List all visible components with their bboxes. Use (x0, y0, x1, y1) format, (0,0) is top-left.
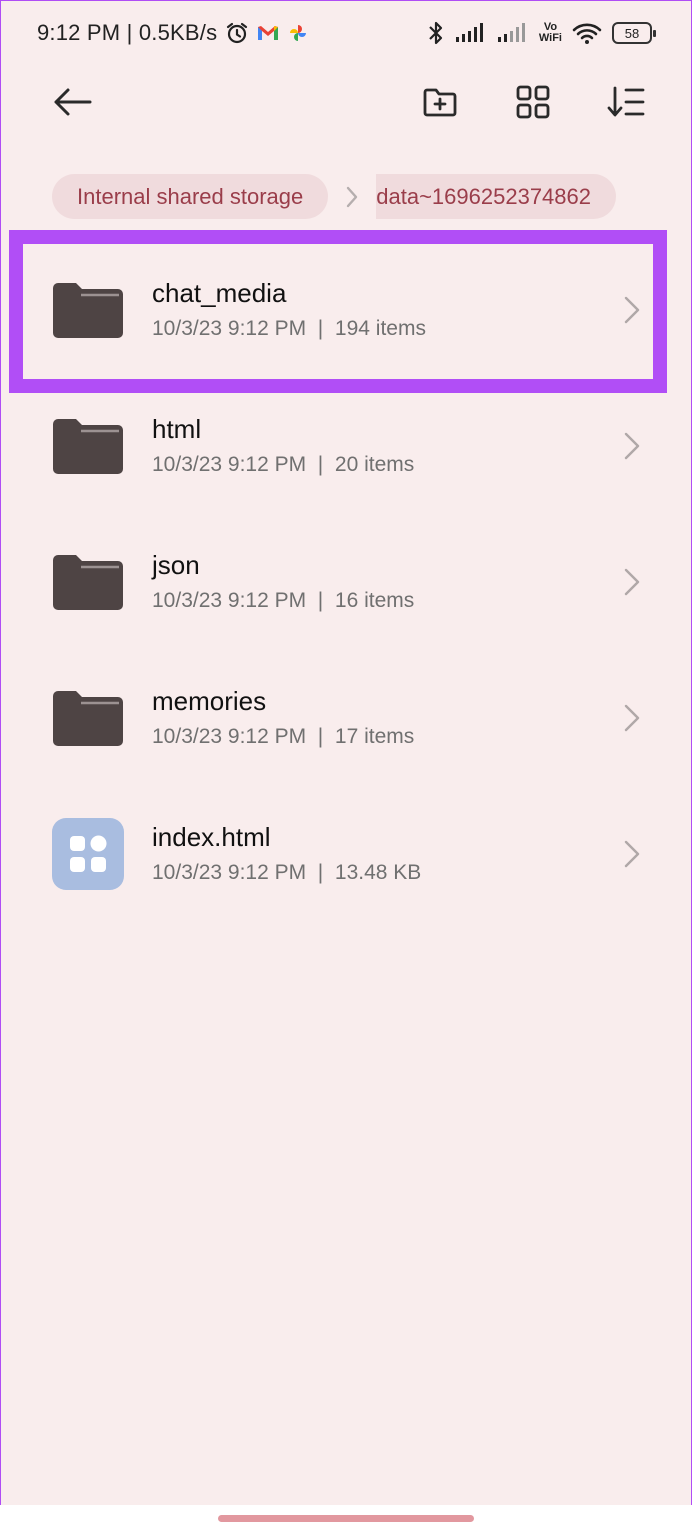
grid-icon (516, 85, 550, 124)
battery-indicator: 58 (612, 22, 656, 44)
breadcrumb: Internal shared storage data~16962523748… (52, 174, 616, 219)
signal-icon-2 (497, 22, 529, 44)
file-detail: 20 items (334, 453, 415, 476)
toolbar (0, 70, 692, 140)
file-list: chat_media 10/3/23 9:12 PM | 194 items h… (0, 240, 692, 920)
chevron-right-icon (620, 564, 644, 600)
file-meta: 10/3/23 9:12 PM | 16 items (152, 589, 415, 612)
folder-plus-icon (422, 87, 458, 122)
file-meta: 10/3/23 9:12 PM | 17 items (152, 725, 415, 748)
status-bar: 9:12 PM | 0.5KB/s Vo WiFi 58 (0, 0, 692, 70)
alarm-icon (225, 21, 249, 45)
breadcrumb-current[interactable]: data~1696252374862 (376, 174, 616, 219)
wifi-icon (572, 21, 602, 45)
file-name: html (152, 414, 202, 444)
status-time-speed: 9:12 PM | 0.5KB/s (37, 20, 218, 45)
file-name: index.html (152, 822, 271, 852)
signal-icon (455, 22, 487, 44)
file-meta: 10/3/23 9:12 PM | 20 items (152, 453, 415, 476)
list-item[interactable]: chat_media 10/3/23 9:12 PM | 194 items (0, 240, 692, 376)
list-item[interactable]: html 10/3/23 9:12 PM | 20 items (0, 376, 692, 512)
vowifi-bottom: WiFi (538, 32, 562, 44)
file-date: 10/3/23 9:12 PM (152, 453, 307, 476)
file-name: chat_media (152, 278, 287, 308)
folder-icon (52, 546, 124, 618)
chevron-right-icon (620, 292, 644, 328)
arrow-left-icon (52, 87, 92, 122)
file-detail: 17 items (334, 725, 415, 748)
status-right: Vo WiFi 58 (427, 20, 656, 46)
file-date: 10/3/23 9:12 PM (152, 589, 307, 612)
chevron-right-icon (620, 428, 644, 464)
file-meta: 10/3/23 9:12 PM | 194 items (152, 317, 426, 340)
folder-icon (52, 410, 124, 482)
file-date: 10/3/23 9:12 PM (152, 861, 307, 884)
file-date: 10/3/23 9:12 PM (152, 317, 307, 340)
vowifi-indicator: Vo WiFi (539, 22, 562, 44)
file-detail: 194 items (334, 317, 426, 340)
file-name: json (152, 550, 200, 580)
sort-icon (607, 86, 645, 123)
home-indicator[interactable] (218, 1515, 474, 1522)
sort-button[interactable] (602, 80, 650, 128)
back-button[interactable] (48, 80, 96, 128)
list-item[interactable]: memories 10/3/23 9:12 PM | 17 items (0, 648, 692, 784)
new-folder-button[interactable] (416, 80, 464, 128)
file-name: memories (152, 686, 267, 716)
grid-view-button[interactable] (509, 80, 557, 128)
chevron-right-icon (328, 185, 376, 209)
breadcrumb-root[interactable]: Internal shared storage (52, 174, 329, 219)
list-item[interactable]: index.html 10/3/23 9:12 PM | 13.48 KB (0, 784, 692, 920)
photos-icon (287, 22, 309, 44)
folder-icon (52, 274, 124, 346)
folder-icon (52, 682, 124, 754)
file-meta: 10/3/23 9:12 PM | 13.48 KB (152, 861, 422, 884)
app-file-icon (52, 818, 124, 890)
gmail-icon (257, 24, 279, 42)
status-left: 9:12 PM | 0.5KB/s (37, 20, 309, 46)
chevron-right-icon (620, 836, 644, 872)
file-date: 10/3/23 9:12 PM (152, 725, 307, 748)
chevron-right-icon (620, 700, 644, 736)
bluetooth-icon (427, 20, 445, 46)
file-detail: 16 items (334, 589, 415, 612)
list-item[interactable]: json 10/3/23 9:12 PM | 16 items (0, 512, 692, 648)
file-detail: 13.48 KB (334, 861, 422, 884)
